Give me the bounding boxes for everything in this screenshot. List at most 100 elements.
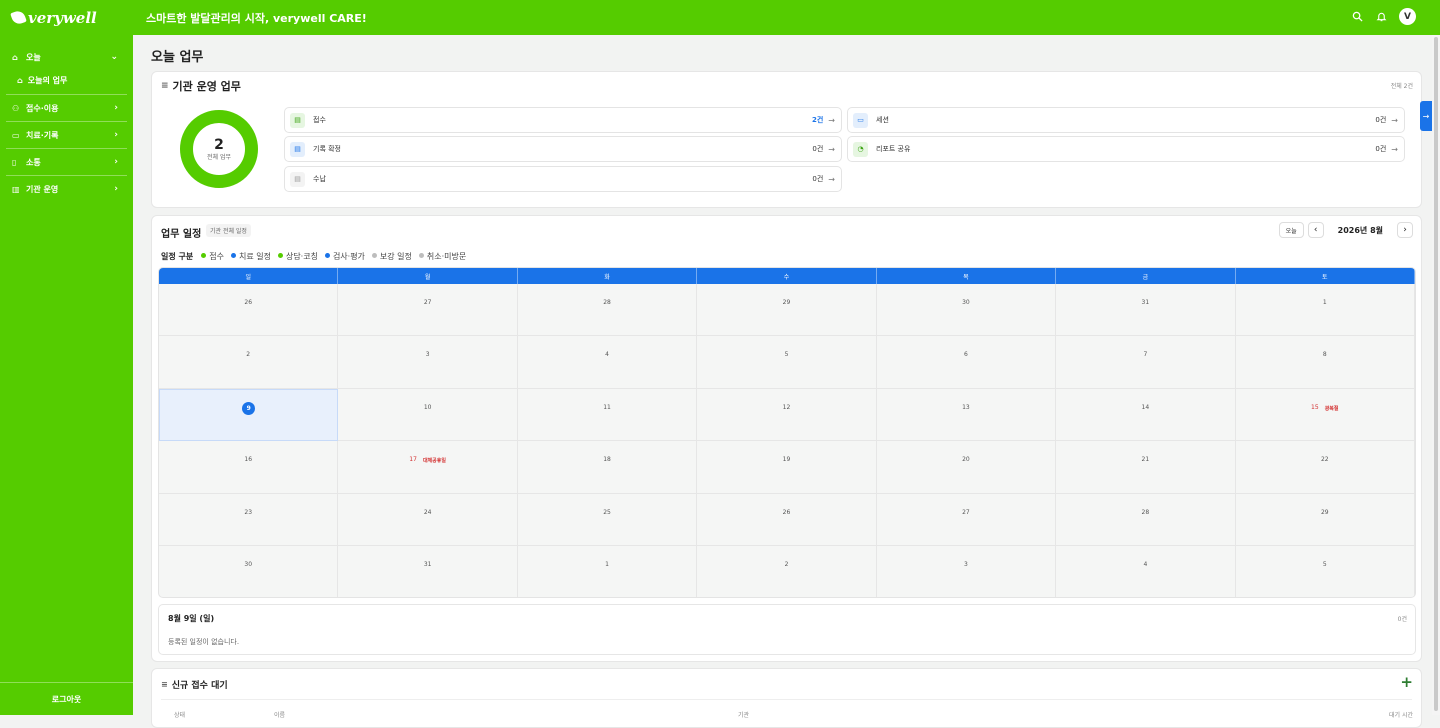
weekday-label: 수: [697, 268, 877, 284]
day-number: 28: [603, 299, 611, 306]
brand-logo[interactable]: verywell: [0, 9, 133, 27]
calendar-day[interactable]: 27: [338, 284, 518, 337]
sidebar-item-therapy[interactable]: ▭ 치료·기록 ›: [0, 122, 128, 148]
calendar-day[interactable]: 5: [697, 336, 877, 389]
ops-total: 전체 2건: [1390, 83, 1413, 90]
calendar-day[interactable]: 3: [338, 336, 518, 389]
leaf-icon: [10, 9, 27, 26]
weekday-label: 목: [877, 268, 1057, 284]
calendar-day[interactable]: 28: [1056, 493, 1236, 546]
task-record-confirm[interactable]: ▤ 기록 확정 0건 →: [284, 136, 842, 162]
day-number: 29: [1320, 508, 1329, 516]
calendar-day[interactable]: 19: [697, 441, 877, 494]
donut-label: 전체 업무: [207, 153, 231, 161]
intake-card: ≡ 신규 접수 대기 + 상태 이름 기관 대기 시간: [151, 668, 1422, 728]
task-payment[interactable]: ▤ 수납 0건 →: [284, 166, 842, 192]
day-number: 11: [603, 403, 611, 411]
calendar-day[interactable]: 10: [338, 388, 518, 442]
calendar-day[interactable]: 15 광복절: [1235, 388, 1415, 442]
calendar-day[interactable]: 6: [876, 336, 1057, 389]
next-month-button[interactable]: ›: [1397, 222, 1413, 238]
list-icon: ≡: [161, 680, 168, 689]
calendar-day[interactable]: 16: [159, 441, 339, 494]
sidebar-item-operations[interactable]: ▥ 기관 운영 ›: [0, 176, 128, 202]
calendar-day[interactable]: 26: [159, 284, 339, 337]
task-intake[interactable]: ▤ 접수 2건 →: [284, 107, 842, 133]
search-icon[interactable]: [1351, 11, 1363, 23]
sidebar-item-label: 기관 운영: [26, 184, 59, 194]
ops-card: ≡ 기관 운영 업무 전체 2건 2 전체 업무 ▤ 접수 2건 → ▭ 세션 …: [151, 71, 1422, 208]
sidebar-item-today[interactable]: ⌂ 오늘 ⌄: [0, 44, 128, 70]
add-intake-button[interactable]: +: [1400, 673, 1413, 691]
arrow-right-icon: →: [828, 144, 835, 154]
day-number: 23: [244, 508, 253, 516]
day-number: 30: [962, 299, 970, 306]
calendar-day[interactable]: 31: [338, 545, 518, 597]
calendar-grid: 일 월 화 수 목 금 토 26 27 28 29 30 31 1 2 3 4 5 6 7 8 9 10 11 1…: [158, 267, 1416, 598]
bell-icon[interactable]: [1375, 11, 1387, 23]
calendar-day[interactable]: 27: [876, 493, 1057, 546]
calendar-day[interactable]: 22: [1235, 441, 1415, 494]
donut-value: 2: [214, 136, 224, 153]
sidebar-item-label: 접수·이용: [26, 103, 59, 113]
calendar-day[interactable]: 25: [517, 493, 698, 546]
calendar-day[interactable]: 30: [876, 284, 1057, 337]
task-report-share[interactable]: ◔ 리포트 공유 0건 →: [847, 136, 1405, 162]
sidebar-item-today-tasks[interactable]: ⌂ 오늘의 업무: [0, 70, 133, 90]
calendar-day[interactable]: 2: [159, 336, 339, 389]
top-bar: verywell 스마트한 발달관리의 시작, verywell CARE! V: [0, 0, 1440, 35]
day-number: 10: [423, 403, 432, 411]
today-button[interactable]: 오늘: [1278, 222, 1304, 238]
calendar-day[interactable]: 13: [876, 388, 1057, 442]
calendar-day[interactable]: 20: [876, 441, 1057, 494]
calendar-day[interactable]: 14: [1056, 388, 1236, 442]
day-number: 17: [409, 456, 417, 464]
month-label: 2026년 8월: [1337, 225, 1383, 235]
avatar[interactable]: V: [1399, 8, 1416, 25]
calendar-day[interactable]: 7: [1056, 336, 1236, 389]
calendar-day[interactable]: 30: [159, 545, 339, 597]
calendar-day[interactable]: 18: [517, 441, 698, 494]
arrow-right-icon: →: [1391, 144, 1398, 154]
calendar-header: 일 월 화 수 목 금 토: [159, 268, 1415, 284]
chevron-down-icon: ⌄: [110, 52, 118, 62]
calendar-day[interactable]: 26: [697, 493, 877, 546]
calendar-day[interactable]: 4: [517, 336, 698, 389]
calendar-day[interactable]: 29: [1235, 493, 1415, 546]
legend-label: 검사·평가: [332, 252, 365, 261]
day-number: 3: [425, 351, 430, 359]
calendar-day[interactable]: 4: [1056, 545, 1236, 597]
day-number: 26: [244, 299, 253, 306]
day-number: 6: [964, 351, 968, 359]
day-number: 31: [1141, 299, 1150, 306]
calendar-day[interactable]: 1: [1235, 284, 1415, 337]
side-panel-toggle[interactable]: →: [1420, 101, 1432, 131]
task-count: 2건: [811, 116, 824, 124]
calendar-day[interactable]: 1: [518, 545, 698, 597]
calendar-day[interactable]: 12: [697, 388, 877, 442]
schedule-legend: 일정 구분 접수 치료 일정 상담·코칭 검사·평가 보강 일정 취소·미방문: [161, 251, 466, 262]
sidebar-item-intake[interactable]: ⚇ 접수·이용 ›: [0, 95, 128, 121]
calendar-day[interactable]: 31: [1056, 284, 1236, 337]
chevron-right-icon: ›: [114, 130, 118, 140]
calendar-day[interactable]: 3: [877, 545, 1057, 597]
calendar-day[interactable]: 5: [1236, 545, 1415, 597]
legend-dot: [277, 253, 283, 258]
sidebar-item-communication[interactable]: ▯ 소통 ›: [0, 149, 128, 175]
calendar-day[interactable]: 2: [697, 545, 877, 597]
calendar-day[interactable]: 17 대체공휴일: [338, 441, 518, 494]
sidebar-item-label: 치료·기록: [26, 130, 59, 140]
calendar-day[interactable]: 24: [338, 493, 518, 546]
calendar-day[interactable]: 23: [159, 493, 339, 546]
task-session[interactable]: ▭ 세션 0건 →: [847, 107, 1405, 133]
calendar-day[interactable]: 21: [1056, 441, 1236, 494]
calendar-day[interactable]: 28: [517, 284, 698, 337]
prev-month-button[interactable]: ‹: [1307, 222, 1324, 238]
day-number: 22: [1320, 456, 1329, 464]
calendar-day[interactable]: 29: [697, 284, 877, 337]
calendar-day[interactable]: 11: [517, 388, 698, 442]
scrollbar-thumb[interactable]: [1434, 37, 1438, 711]
logout-button[interactable]: 로그아웃: [0, 682, 133, 715]
calendar-day[interactable]: 9: [159, 388, 339, 442]
calendar-day[interactable]: 8: [1235, 336, 1415, 389]
